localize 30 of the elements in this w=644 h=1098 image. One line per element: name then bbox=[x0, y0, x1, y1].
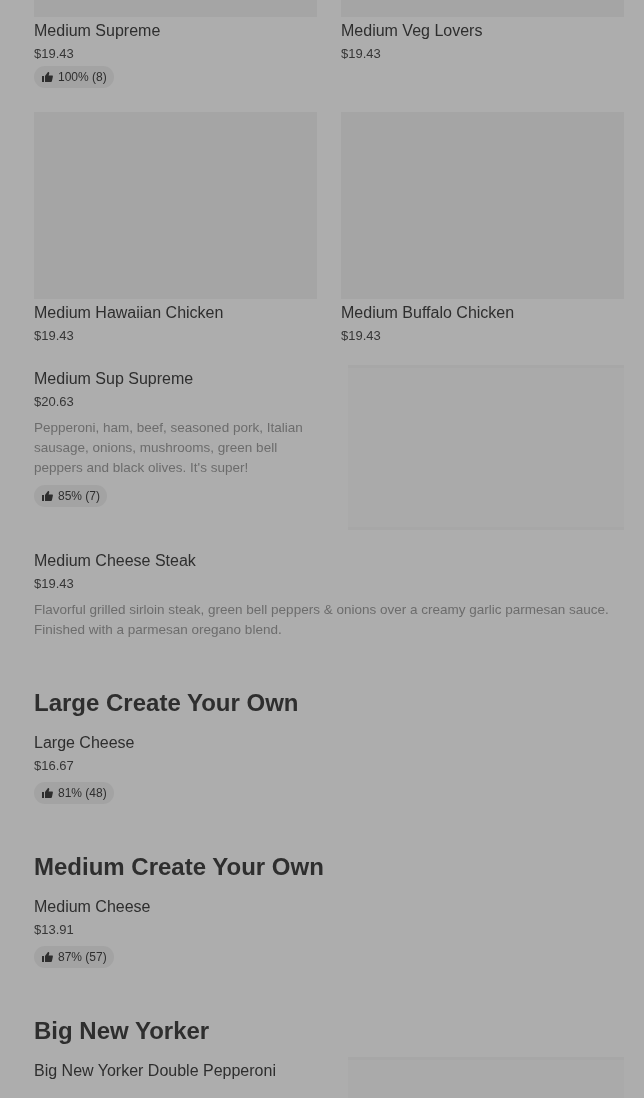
rating-badge: 100% (8) bbox=[34, 66, 114, 88]
item-price: $19.43 bbox=[341, 45, 381, 63]
item-price: $19.43 bbox=[34, 327, 74, 345]
item-title[interactable]: Medium Buffalo Chicken bbox=[341, 302, 515, 324]
rating-badge: 87% (57) bbox=[34, 946, 114, 968]
item-price: $19.43 bbox=[34, 45, 74, 63]
item-price: $20.63 bbox=[34, 393, 74, 411]
thumbs-up-icon bbox=[41, 951, 53, 963]
item-title[interactable]: Medium Supreme bbox=[34, 20, 161, 42]
item-title[interactable]: Medium Sup Supreme bbox=[34, 368, 194, 390]
item-title[interactable]: Medium Hawaiian Chicken bbox=[34, 302, 224, 324]
rating-badge: 81% (48) bbox=[34, 782, 114, 804]
item-price: $19.43 bbox=[341, 327, 381, 345]
item-title[interactable]: Big New Yorker Double Pepperoni bbox=[34, 1060, 276, 1082]
section-heading: Large Create Your Own bbox=[34, 688, 300, 718]
item-title[interactable]: Medium Cheese bbox=[34, 896, 151, 918]
item-price: $16.67 bbox=[34, 757, 74, 775]
section-heading: Medium Create Your Own bbox=[34, 852, 325, 882]
item-price: $13.91 bbox=[34, 921, 74, 939]
thumbs-up-icon bbox=[41, 71, 53, 83]
section-heading: Big New Yorker bbox=[34, 1016, 211, 1046]
rating-badge: 85% (7) bbox=[34, 485, 108, 507]
item-price: $19.43 bbox=[34, 575, 74, 593]
item-title[interactable]: Medium Cheese Steak bbox=[34, 550, 196, 572]
thumbs-up-icon bbox=[41, 490, 53, 502]
item-description: Flavorful grilled sirloin steak, green bell peppers & onions over a creamy garlic parmesan sauce. Finished with a parmesan oregano blend. bbox=[34, 601, 610, 639]
item-title[interactable]: Large Cheese bbox=[34, 732, 135, 754]
item-title[interactable]: Medium Veg Lovers bbox=[341, 20, 483, 42]
thumbs-up-icon bbox=[41, 787, 53, 799]
item-description: Pepperoni, ham, beef, seasoned pork, Italian sausage, onions, mushrooms, green bell peppers and black olives. It's super! bbox=[34, 419, 304, 477]
